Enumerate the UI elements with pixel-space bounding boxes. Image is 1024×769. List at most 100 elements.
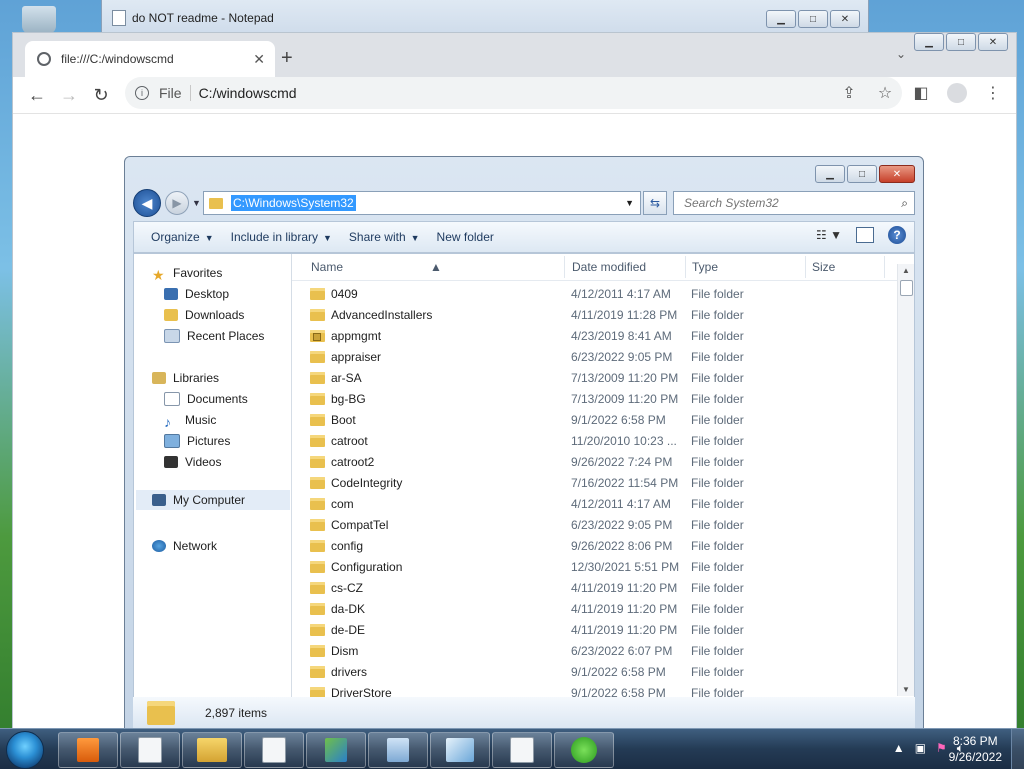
maximize-button[interactable]: □ — [946, 33, 976, 51]
nav-recent-places[interactable]: Recent Places — [164, 329, 264, 343]
side-panel-icon[interactable]: ◧ — [910, 83, 932, 108]
organize-button[interactable]: Organize ▼ — [151, 230, 214, 244]
folder-icon — [310, 414, 325, 426]
include-in-library-button[interactable]: Include in library ▼ — [231, 230, 332, 244]
back-arrow-icon[interactable]: ◀ — [133, 189, 161, 217]
search-box[interactable]: ⌕ — [673, 191, 915, 215]
change-view-icon[interactable]: ☷ ▼ — [816, 228, 842, 242]
maximize-button[interactable]: □ — [847, 165, 877, 183]
new-folder-button[interactable]: New folder — [437, 230, 494, 244]
nav-documents[interactable]: Documents — [164, 392, 248, 406]
taskbar-app-document[interactable] — [368, 732, 428, 768]
explorer-address-bar[interactable]: C:\Windows\System32 ▼ — [203, 191, 641, 215]
file-row[interactable]: CodeIntegrity 7/16/2022 11:54 PM File fold… — [292, 473, 882, 494]
recycle-bin-icon[interactable] — [22, 6, 56, 34]
address-bar[interactable]: i File C:/windowscmd — [125, 77, 902, 109]
file-row[interactable]: AdvancedInstallers 4/11/2019 11:28 PM File… — [292, 305, 882, 326]
nav-music[interactable]: ♪ Music — [164, 413, 216, 430]
close-button[interactable]: ✕ — [879, 165, 915, 183]
file-row[interactable]: drivers 9/1/2022 6:58 PM File folder — [292, 662, 882, 683]
column-size[interactable]: Size — [812, 260, 835, 274]
preview-pane-icon[interactable] — [856, 227, 874, 243]
menu-kebab-icon[interactable]: ⋮ — [982, 83, 1004, 108]
file-row[interactable]: Dism 6/23/2022 6:07 PM File folder — [292, 641, 882, 662]
file-date-modified: 4/11/2019 11:20 PM — [571, 623, 678, 637]
notepad-window[interactable]: do NOT readme - Notepad ▁ □ ✕ — [101, 0, 869, 35]
nav-videos[interactable]: Videos — [164, 455, 221, 469]
taskbar-media-player[interactable] — [58, 732, 118, 768]
column-date-modified[interactable]: Date modified — [572, 260, 646, 274]
file-row[interactable]: 0409 4/12/2011 4:17 AM File folder — [292, 284, 882, 305]
recent-pages-chevron-icon[interactable]: ▼ — [192, 198, 201, 208]
search-input[interactable] — [682, 195, 886, 211]
start-button[interactable] — [6, 731, 44, 769]
forward-arrow-icon[interactable]: ▶ — [165, 191, 189, 215]
network-icon[interactable]: ▣ — [915, 741, 926, 756]
help-icon[interactable]: ? — [888, 226, 906, 244]
close-button[interactable]: ✕ — [830, 10, 860, 28]
vertical-scrollbar[interactable]: ▲ ▼ — [897, 264, 914, 696]
nav-downloads[interactable]: Downloads — [164, 308, 244, 322]
refresh-icon[interactable]: ⇆ — [643, 191, 667, 215]
show-desktop-button[interactable] — [1011, 729, 1024, 769]
file-row[interactable]: appraiser 6/23/2022 9:05 PM File folder — [292, 347, 882, 368]
nav-pictures[interactable]: Pictures — [164, 434, 230, 448]
scroll-thumb[interactable] — [900, 280, 913, 296]
file-row[interactable]: CompatTel 6/23/2022 9:05 PM File folder — [292, 515, 882, 536]
taskbar-app-sync[interactable] — [554, 732, 614, 768]
minimize-button[interactable]: ▁ — [914, 33, 944, 51]
file-row[interactable]: catroot 11/20/2010 10:23 ... File folder — [292, 431, 882, 452]
nav-network[interactable]: Network — [152, 539, 217, 553]
share-with-button[interactable]: Share with ▼ — [349, 230, 420, 244]
share-icon[interactable]: ⇪ — [838, 83, 860, 108]
bookmark-star-icon[interactable]: ☆ — [874, 83, 896, 108]
profile-avatar[interactable] — [946, 83, 968, 108]
taskbar-notepad-1[interactable] — [120, 732, 180, 768]
minimize-button[interactable]: ▁ — [766, 10, 796, 28]
tab-windowscmd[interactable]: file:///C:/windowscmd ✕ — [25, 41, 275, 77]
file-row[interactable]: DriverStore 9/1/2022 6:58 PM File folder — [292, 683, 882, 698]
reload-icon[interactable]: ↻ — [85, 85, 117, 106]
file-row[interactable]: com 4/12/2011 4:17 AM File folder — [292, 494, 882, 515]
maximize-button[interactable]: □ — [798, 10, 828, 28]
address-path[interactable]: C:\Windows\System32 — [231, 195, 356, 211]
taskbar-notepad-3[interactable] — [492, 732, 552, 768]
file-row[interactable]: config 9/26/2022 8:06 PM File folder — [292, 536, 882, 557]
file-row[interactable]: Boot 9/1/2022 6:58 PM File folder — [292, 410, 882, 431]
file-row[interactable]: de-DE 4/11/2019 11:20 PM File folder — [292, 620, 882, 641]
column-type[interactable]: Type — [692, 260, 718, 274]
file-row[interactable]: appmgmt 4/23/2019 8:41 AM File folder — [292, 326, 882, 347]
scroll-down-icon[interactable]: ▼ — [898, 685, 914, 694]
file-row[interactable]: Configuration 12/30/2021 5:51 PM File fold… — [292, 557, 882, 578]
file-row[interactable]: cs-CZ 4/11/2019 11:20 PM File folder — [292, 578, 882, 599]
show-hidden-icons-icon[interactable]: ▲ — [893, 741, 905, 756]
file-row[interactable]: ar-SA 7/13/2009 11:20 PM File folder — [292, 368, 882, 389]
forward-arrow-icon[interactable]: → — [53, 85, 85, 106]
nav-my-computer[interactable]: My Computer — [136, 490, 290, 510]
file-type: File folder — [691, 644, 744, 658]
file-row[interactable]: da-DK 4/11/2019 11:20 PM File folder — [292, 599, 882, 620]
url-text[interactable]: C:/windowscmd — [199, 85, 297, 101]
column-name[interactable]: Name — [311, 260, 343, 274]
chevron-down-icon[interactable]: ▼ — [625, 198, 634, 208]
taskbar-app-window[interactable] — [430, 732, 490, 768]
file-row[interactable]: catroot2 9/26/2022 7:24 PM File folder — [292, 452, 882, 473]
clock[interactable]: 8:36 PM 9/26/2022 — [949, 733, 1002, 765]
minimize-button[interactable]: ▁ — [815, 165, 845, 183]
tab-close-icon[interactable]: ✕ — [253, 51, 265, 68]
close-button[interactable]: ✕ — [978, 33, 1008, 51]
scroll-up-icon[interactable]: ▲ — [898, 266, 914, 275]
file-row[interactable]: bg-BG 7/13/2009 11:20 PM File folder — [292, 389, 882, 410]
taskbar-notepad-2[interactable] — [244, 732, 304, 768]
taskbar-app-cubes[interactable] — [306, 732, 366, 768]
taskbar-explorer[interactable] — [182, 732, 242, 768]
nav-desktop[interactable]: Desktop — [164, 287, 229, 301]
search-icon[interactable]: ⌕ — [901, 196, 908, 211]
nav-favorites[interactable]: ★ Favorites — [152, 266, 222, 283]
tab-search-chevron-icon[interactable]: ⌄ — [896, 47, 906, 61]
action-center-flag-icon[interactable]: ⚑ — [936, 741, 947, 756]
new-tab-button[interactable]: + — [281, 47, 293, 70]
info-icon[interactable]: i — [135, 86, 149, 100]
back-arrow-icon[interactable]: ← — [21, 85, 53, 106]
nav-libraries[interactable]: Libraries — [152, 371, 219, 385]
